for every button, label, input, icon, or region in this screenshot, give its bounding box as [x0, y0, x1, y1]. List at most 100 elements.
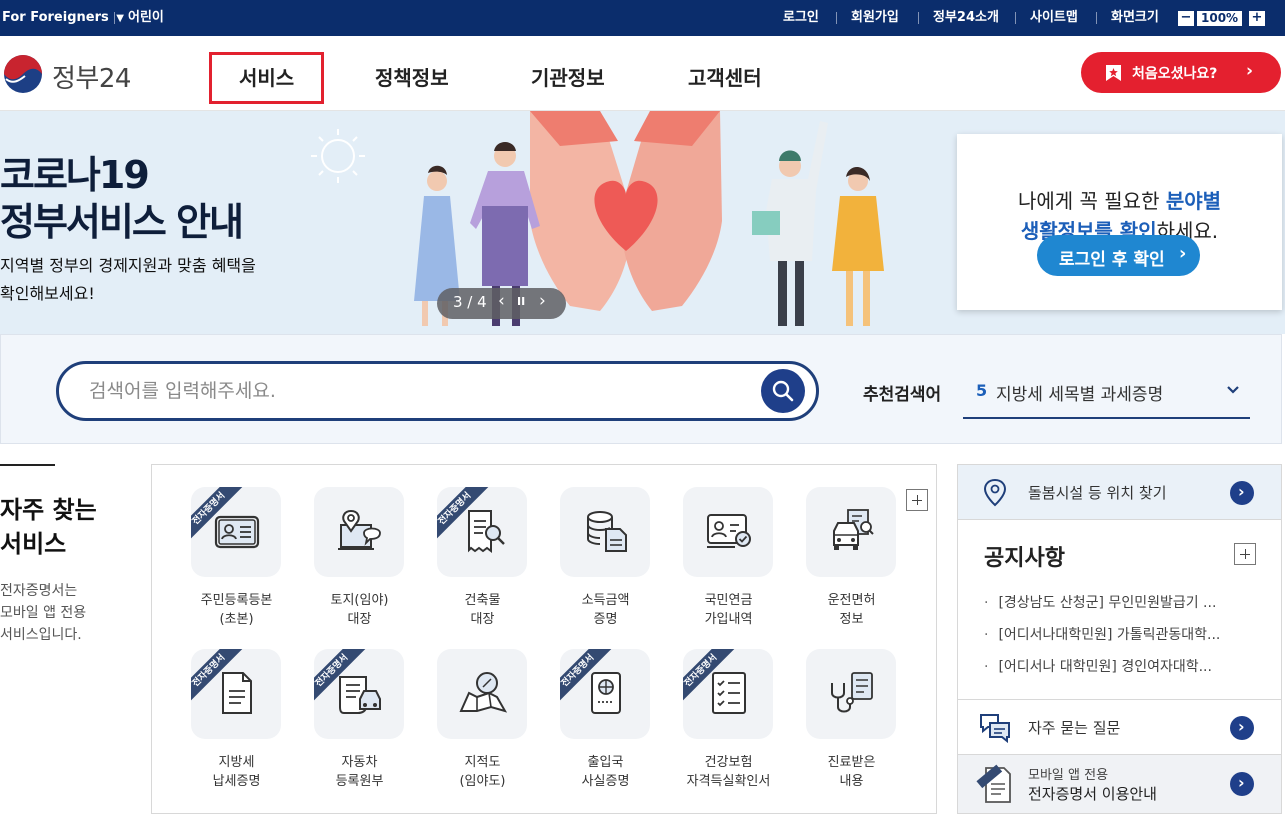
login-check-button[interactable]: 로그인 후 확인 › [1037, 235, 1200, 276]
service-item-land-ledger[interactable]: 토지(임야) 대장 [298, 487, 421, 637]
for-foreigners-menu[interactable]: For Foreigners ▼ [2, 0, 124, 36]
care-facility-finder[interactable]: 돌봄시설 등 위치 찾기 › [958, 465, 1281, 520]
search-input[interactable] [89, 378, 739, 404]
slide-prev-icon[interactable]: ‹ [498, 291, 505, 311]
notice-item[interactable]: · [어디서나 대학민원] 경인여자대학... [984, 656, 1212, 676]
divider [836, 12, 837, 24]
faq-go-button[interactable]: › [1230, 716, 1254, 740]
zoom-out-button[interactable]: − [1178, 11, 1194, 26]
slide-controls: 3 / 4 ‹ II › [437, 288, 566, 319]
signup-link[interactable]: 회원가입 [851, 0, 899, 36]
login-link[interactable]: 로그인 [783, 0, 819, 36]
divider [1096, 12, 1097, 24]
bookmark-star-icon [1106, 65, 1121, 81]
service-item-building-ledger[interactable]: 전자증명서 건축물 대장 [421, 487, 544, 637]
site-header: 정부24 서비스 정책정보 기관정보 고객센터 처음오셨나요? › [0, 36, 1285, 111]
first-visit-label: 처음오셨나요? [1132, 66, 1218, 82]
app-guide-line1: 모바일 앱 전용 [1028, 768, 1109, 783]
service-tile: 전자증명서 [437, 487, 527, 577]
notice-more-button[interactable] [1234, 543, 1256, 565]
notice-text: [경상남도 산청군] 무인민원발급기 ... [998, 595, 1217, 611]
title-line: 자주 찾는 [0, 496, 97, 524]
service-item-cadastral-map[interactable]: 지적도 (임야도) [421, 649, 544, 799]
chevron-right-icon: › [1238, 482, 1245, 501]
nav-support[interactable]: 고객센터 [688, 62, 762, 91]
service-tile [314, 487, 404, 577]
card-line-1: 나에게 꼭 필요한 분야별 [957, 185, 1282, 214]
card-highlight: 분야별 [1165, 189, 1222, 213]
service-item-driver-license[interactable]: 운전면허 정보 [790, 487, 913, 637]
cadastral-map-icon [459, 672, 507, 713]
divider [1015, 12, 1016, 24]
land-map-icon [338, 509, 381, 550]
service-tile: 전자증명서 [191, 487, 281, 577]
banner-illustration [311, 111, 884, 326]
title-line: 서비스 [0, 530, 67, 558]
tax-document-icon [222, 672, 252, 714]
passport-icon [591, 672, 621, 714]
notice-item[interactable]: · [어디서나대학민원] 가톨릭관동대학... [984, 624, 1220, 644]
right-side-panel: 돌봄시설 등 위치 찾기 › 공지사항 · [경상남도 산청군] 무인민원발급기 … [957, 464, 1282, 814]
nav-policy[interactable]: 정책정보 [375, 62, 449, 91]
service-item-local-tax[interactable]: 전자증명서 지방세 납세증명 [175, 649, 298, 799]
for-foreigners-label: For Foreigners [2, 10, 109, 25]
kids-link[interactable]: 어린이 [128, 0, 164, 36]
service-label: 운전면허 정보 [827, 593, 876, 627]
faq-row[interactable]: 자주 묻는 질문 › [958, 700, 1281, 754]
recommend-label: 추천검색어 [863, 385, 942, 405]
chat-bubbles-icon [980, 714, 1010, 743]
service-item-income-proof[interactable]: 소득금액 증명 [544, 487, 667, 637]
desc-line: 모바일 앱 전용 [0, 605, 87, 621]
service-item-resident-registration[interactable]: 전자증명서 주민등록등본 (초본) [175, 487, 298, 637]
service-label: 건강보험 자격득실확인서 [686, 755, 771, 789]
service-item-medical-record[interactable]: 진료받은 내용 [790, 649, 913, 799]
service-label: 지적도 (임야도) [459, 755, 506, 789]
building-ledger-icon [468, 510, 505, 553]
sitemap-link[interactable]: 사이트맵 [1030, 0, 1078, 36]
driver-license-icon [833, 509, 874, 550]
logo-text[interactable]: 정부24 [52, 58, 131, 95]
banner-desc-line1: 지역별 정부의 경제지원과 맞춤 혜택을 [0, 256, 256, 275]
service-item-pension[interactable]: 국민연금 가입내역 [667, 487, 790, 637]
chevron-down-icon [1227, 386, 1239, 394]
slide-counter: 3 / 4 [453, 293, 487, 311]
service-tile [806, 487, 896, 577]
car-registration-icon [339, 676, 381, 714]
login-check-label: 로그인 후 확인 [1059, 250, 1165, 270]
service-tile: 전자증명서 [683, 649, 773, 739]
service-item-health-insurance[interactable]: 전자증명서 건강보험 자격득실확인서 [667, 649, 790, 799]
id-card-icon [214, 515, 260, 549]
about-link[interactable]: 정부24소개 [933, 0, 999, 36]
first-visit-button[interactable]: 처음오셨나요? › [1081, 52, 1281, 93]
location-pin-icon [983, 478, 1007, 507]
pension-card-icon [707, 514, 751, 548]
service-tile [683, 487, 773, 577]
chevron-right-icon: › [1238, 773, 1245, 792]
service-item-car-registration[interactable]: 전자증명서 자동차 등록원부 [298, 649, 421, 799]
checklist-icon [712, 672, 746, 714]
notice-text: [어디서나 대학민원] 경인여자대학... [998, 659, 1212, 675]
mobile-certificate-guide[interactable]: 모바일 앱 전용 전자증명서 이용안내 › [958, 755, 1281, 813]
divider [114, 12, 115, 24]
card-text: 나에게 꼭 필요한 [1017, 189, 1166, 213]
service-item-immigration[interactable]: 전자증명서 출입국 사실증명 [544, 649, 667, 799]
nav-agencies[interactable]: 기관정보 [531, 62, 605, 91]
service-tile: 전자증명서 [191, 649, 281, 739]
frequent-services-panel: 전자증명서 주민등록등본 (초본) 토지(임야) 대장 전자증명서 건축물 대장… [151, 464, 937, 814]
service-label: 건축물 대장 [464, 593, 501, 627]
slide-pause-icon[interactable]: II [517, 295, 525, 308]
service-label: 지방세 납세증명 [212, 755, 261, 789]
slide-next-icon[interactable]: › [539, 291, 546, 311]
zoom-label: 화면크기 [1111, 10, 1159, 25]
recommend-keyword-select[interactable]: 5 지방세 세목별 과세증명 [963, 366, 1250, 419]
app-guide-go-button[interactable]: › [1230, 772, 1254, 796]
mobile-certificate-icon [976, 764, 1011, 803]
hero-banner: 코로나19 정부서비스 안내 지역별 정부의 경제지원과 맞춤 혜택을 확인해보… [0, 111, 1285, 334]
service-tile: 전자증명서 [560, 649, 650, 739]
search-button[interactable] [761, 369, 805, 413]
zoom-in-button[interactable]: + [1249, 11, 1265, 26]
person-figure [832, 166, 884, 326]
care-facility-go-button[interactable]: › [1230, 481, 1254, 505]
logo-link[interactable] [3, 54, 43, 94]
notice-item[interactable]: · [경상남도 산청군] 무인민원발급기 ... [984, 592, 1216, 612]
